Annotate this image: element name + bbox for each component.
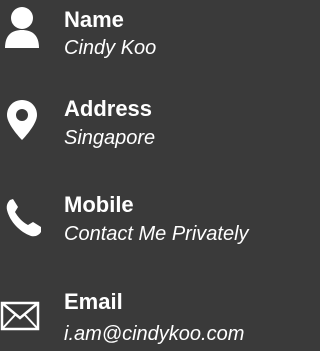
contact-row-address: Address Singapore [0,92,282,152]
name-value: Cindy Koo [64,37,157,59]
address-label: Address [64,96,153,121]
contact-details-card: Name Cindy Koo Address Singapore Mobile … [0,0,282,351]
email-label: Email [64,289,123,314]
map-pin-icon [0,96,45,146]
contact-row-email: Email i.am@cindykoo.com [0,287,282,347]
email-value[interactable]: i.am@cindykoo.com [64,322,244,346]
mobile-label: Mobile [64,192,134,217]
mobile-value: Contact Me Privately [64,223,249,245]
phone-icon [0,194,45,244]
address-value: Singapore [64,127,156,149]
contact-row-mobile: Mobile Contact Me Privately [0,190,282,250]
envelope-icon [0,293,45,343]
person-icon [0,4,45,54]
name-label: Name [64,7,124,32]
contact-row-name: Name Cindy Koo [0,4,282,64]
